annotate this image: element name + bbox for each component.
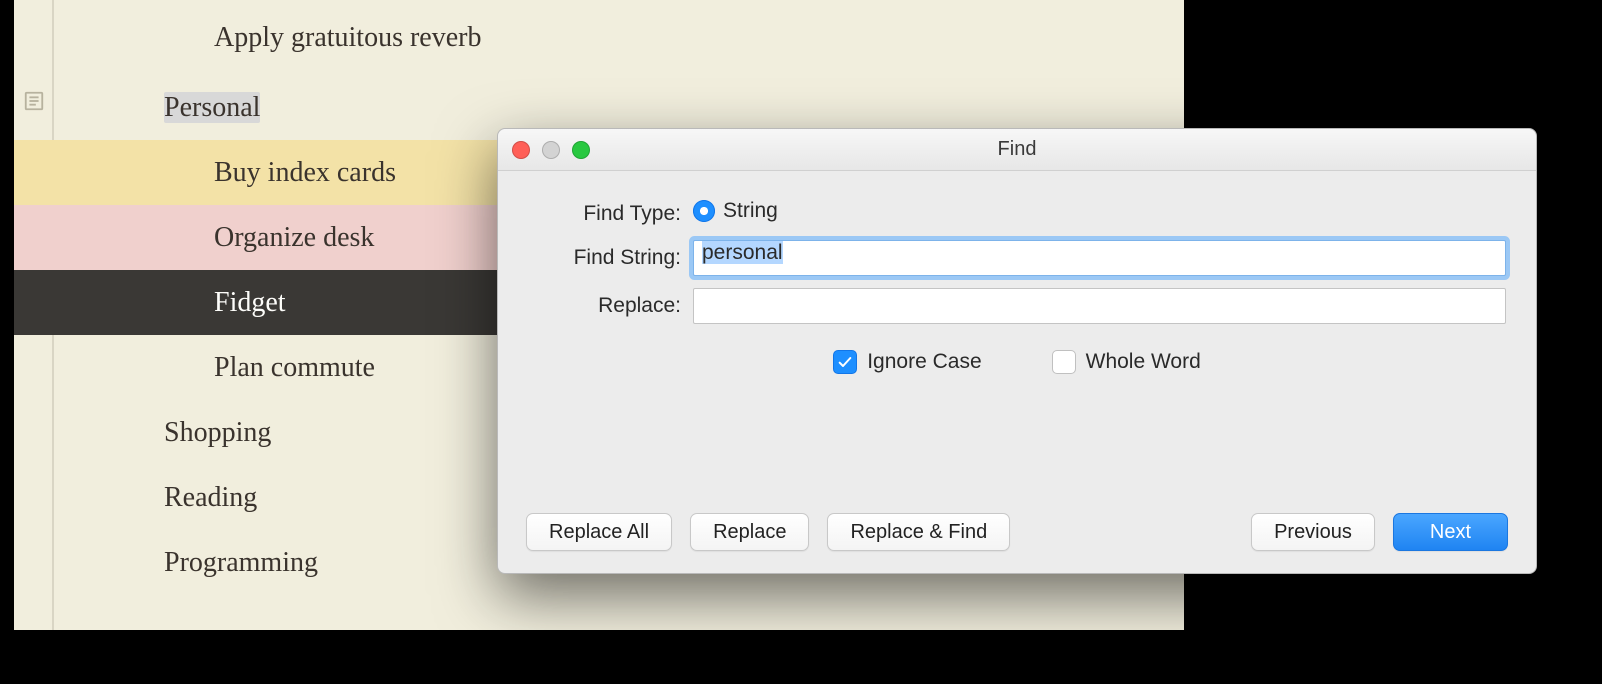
close-icon[interactable]	[512, 141, 530, 159]
replace-input[interactable]	[693, 288, 1506, 324]
minimize-icon[interactable]	[542, 141, 560, 159]
replace-row: Replace:	[528, 288, 1506, 324]
button-bar: Replace All Replace Replace & Find Previ…	[498, 513, 1536, 551]
replace-button[interactable]: Replace	[690, 513, 809, 551]
ignore-case-checkbox[interactable]: Ignore Case	[833, 350, 981, 374]
find-dialog: Find Find Type: String Find String: pers…	[497, 128, 1537, 574]
checkbox-icon	[1052, 350, 1076, 374]
previous-button[interactable]: Previous	[1251, 513, 1375, 551]
find-string-row: Find String: personal	[528, 240, 1506, 276]
replace-label: Replace:	[528, 294, 693, 318]
replace-find-button[interactable]: Replace & Find	[827, 513, 1010, 551]
radio-label: String	[723, 199, 778, 223]
list-item-text: Reading	[164, 482, 257, 514]
list-item-text: Shopping	[164, 417, 271, 449]
find-type-row: Find Type: String	[528, 199, 1506, 228]
whole-word-checkbox[interactable]: Whole Word	[1052, 350, 1201, 374]
list-item-text: Buy index cards	[214, 157, 396, 189]
list-item-text: Fidget	[214, 287, 286, 319]
checkbox-icon	[833, 350, 857, 374]
find-type-label: Find Type:	[528, 202, 693, 226]
list-item-text: Organize desk	[214, 222, 374, 254]
whole-word-label: Whole Word	[1086, 350, 1201, 374]
next-button[interactable]: Next	[1393, 513, 1508, 551]
zoom-icon[interactable]	[572, 141, 590, 159]
find-string-label: Find String:	[528, 246, 693, 270]
options-row: Ignore Case Whole Word	[528, 350, 1506, 374]
ignore-case-label: Ignore Case	[867, 350, 981, 374]
list-item-text: Programming	[164, 547, 318, 579]
titlebar: Find	[498, 129, 1536, 171]
radio-dot-icon	[693, 200, 715, 222]
traffic-lights	[512, 141, 590, 159]
window-title: Find	[998, 138, 1037, 161]
replace-all-button[interactable]: Replace All	[526, 513, 672, 551]
list-item-text: Personal	[164, 92, 260, 124]
list-item-text: Apply gratuitous reverb	[214, 22, 482, 54]
find-type-string-radio[interactable]: String	[693, 199, 778, 223]
find-string-value: personal	[702, 241, 783, 264]
find-string-input[interactable]: personal	[693, 240, 1506, 276]
list-item[interactable]: Apply gratuitous reverb	[14, 0, 1184, 75]
list-item-text: Plan commute	[214, 352, 375, 384]
find-form: Find Type: String Find String: personal …	[498, 171, 1536, 374]
